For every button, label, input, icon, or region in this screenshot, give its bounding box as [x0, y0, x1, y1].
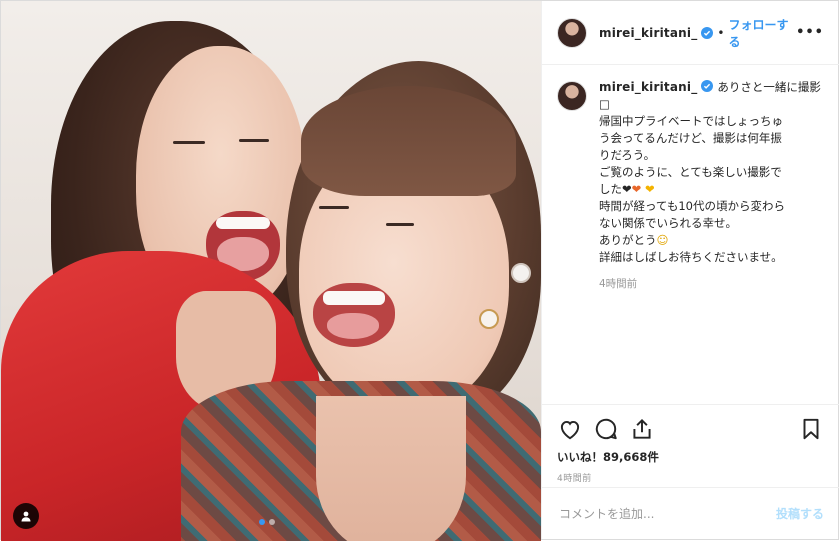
carousel-dot [269, 519, 275, 525]
left-person-eye-right [239, 139, 269, 142]
caption-line: 帰国中プライベートではしょっちゅ [599, 114, 783, 128]
avatar[interactable] [557, 17, 587, 48]
post-timestamp: 4時間前 [557, 474, 592, 484]
caption-line: ご覧のように、とても楽しい撮影で [599, 165, 782, 179]
caption-line: 詳細はしばしお待ちくださいませ。 [599, 250, 783, 264]
comment-input[interactable] [557, 505, 776, 522]
header-separator: • [717, 25, 725, 40]
caption-text: ありがとう [599, 233, 657, 247]
share-icon[interactable] [629, 416, 655, 442]
right-person-chest [316, 396, 466, 541]
comment-icon[interactable] [593, 416, 619, 442]
bookmark-icon[interactable] [798, 416, 824, 442]
caption-body: mirei_kiritani_ ありさと一緒に撮影 □ 帰国中プライベートではしょ… [599, 79, 821, 293]
caption-line: りだろう。 [599, 148, 656, 162]
heart-orange-icon: ❤ [631, 182, 642, 196]
caption-line: 時間が経っても10代の頃から変わら [599, 199, 785, 213]
right-person-earring-pearl [479, 309, 499, 329]
right-person-teeth [323, 291, 385, 305]
left-person-teeth [216, 217, 270, 229]
caption-line: う会ってるんだけど、撮影は何年振 [599, 131, 782, 145]
caption-text: ありさと一緒に撮影 [717, 80, 821, 94]
verified-badge-icon [701, 80, 714, 92]
caption-avatar[interactable] [557, 81, 587, 111]
right-person-eye-right [386, 223, 414, 226]
tagged-users-button[interactable] [13, 503, 39, 529]
right-person-eye-left [319, 206, 349, 209]
person-icon [21, 511, 31, 522]
post-side-panel: mirei_kiritani_ • フォローする ••• mirei_kirit… [541, 1, 839, 539]
carousel-indicator [259, 519, 275, 525]
follow-button[interactable]: フォローする [728, 16, 796, 50]
comment-bar: 投稿する [542, 487, 839, 539]
instagram-post: mirei_kiritani_ • フォローする ••• mirei_kirit… [0, 0, 839, 541]
caption: mirei_kiritani_ ありさと一緒に撮影 □ 帰国中プライベートではしょ… [557, 79, 827, 293]
post-photo[interactable] [1, 1, 541, 541]
caption-line-1: mirei_kiritani_ ありさと一緒に撮影 [599, 79, 821, 96]
carousel-dot-active [259, 519, 265, 525]
caption-line: した❤❤ ❤ [599, 181, 821, 198]
caption-line: □ [599, 97, 610, 111]
post-header: mirei_kiritani_ • フォローする ••• [542, 1, 839, 65]
heart-yellow-icon: ❤ [644, 182, 655, 196]
post-actions: いいね！89,668件 4時間前 [542, 404, 839, 484]
caption-line: ありがとう☺ [599, 232, 821, 249]
right-person-earring-top [511, 263, 531, 283]
verified-badge-icon [701, 26, 714, 39]
caption-timestamp: 4時間前 [599, 278, 638, 290]
right-person-bangs [301, 86, 516, 196]
post-comment-button[interactable]: 投稿する [776, 505, 824, 522]
likes-count[interactable]: いいね！89,668件 [557, 449, 824, 465]
caption-username[interactable]: mirei_kiritani_ [599, 80, 697, 94]
heart-black-icon: ❤ [622, 182, 632, 196]
left-person-eye-left [173, 141, 205, 144]
action-icons [557, 415, 824, 443]
caption-text: した [599, 182, 622, 196]
caption-line: ない関係でいられる幸せ。 [599, 216, 737, 230]
smile-emoji-icon: ☺ [656, 233, 669, 247]
header-username[interactable]: mirei_kiritani_ [599, 26, 697, 40]
more-options-button[interactable]: ••• [796, 25, 824, 40]
right-person-tongue [327, 313, 379, 339]
heart-icon[interactable] [557, 416, 583, 442]
